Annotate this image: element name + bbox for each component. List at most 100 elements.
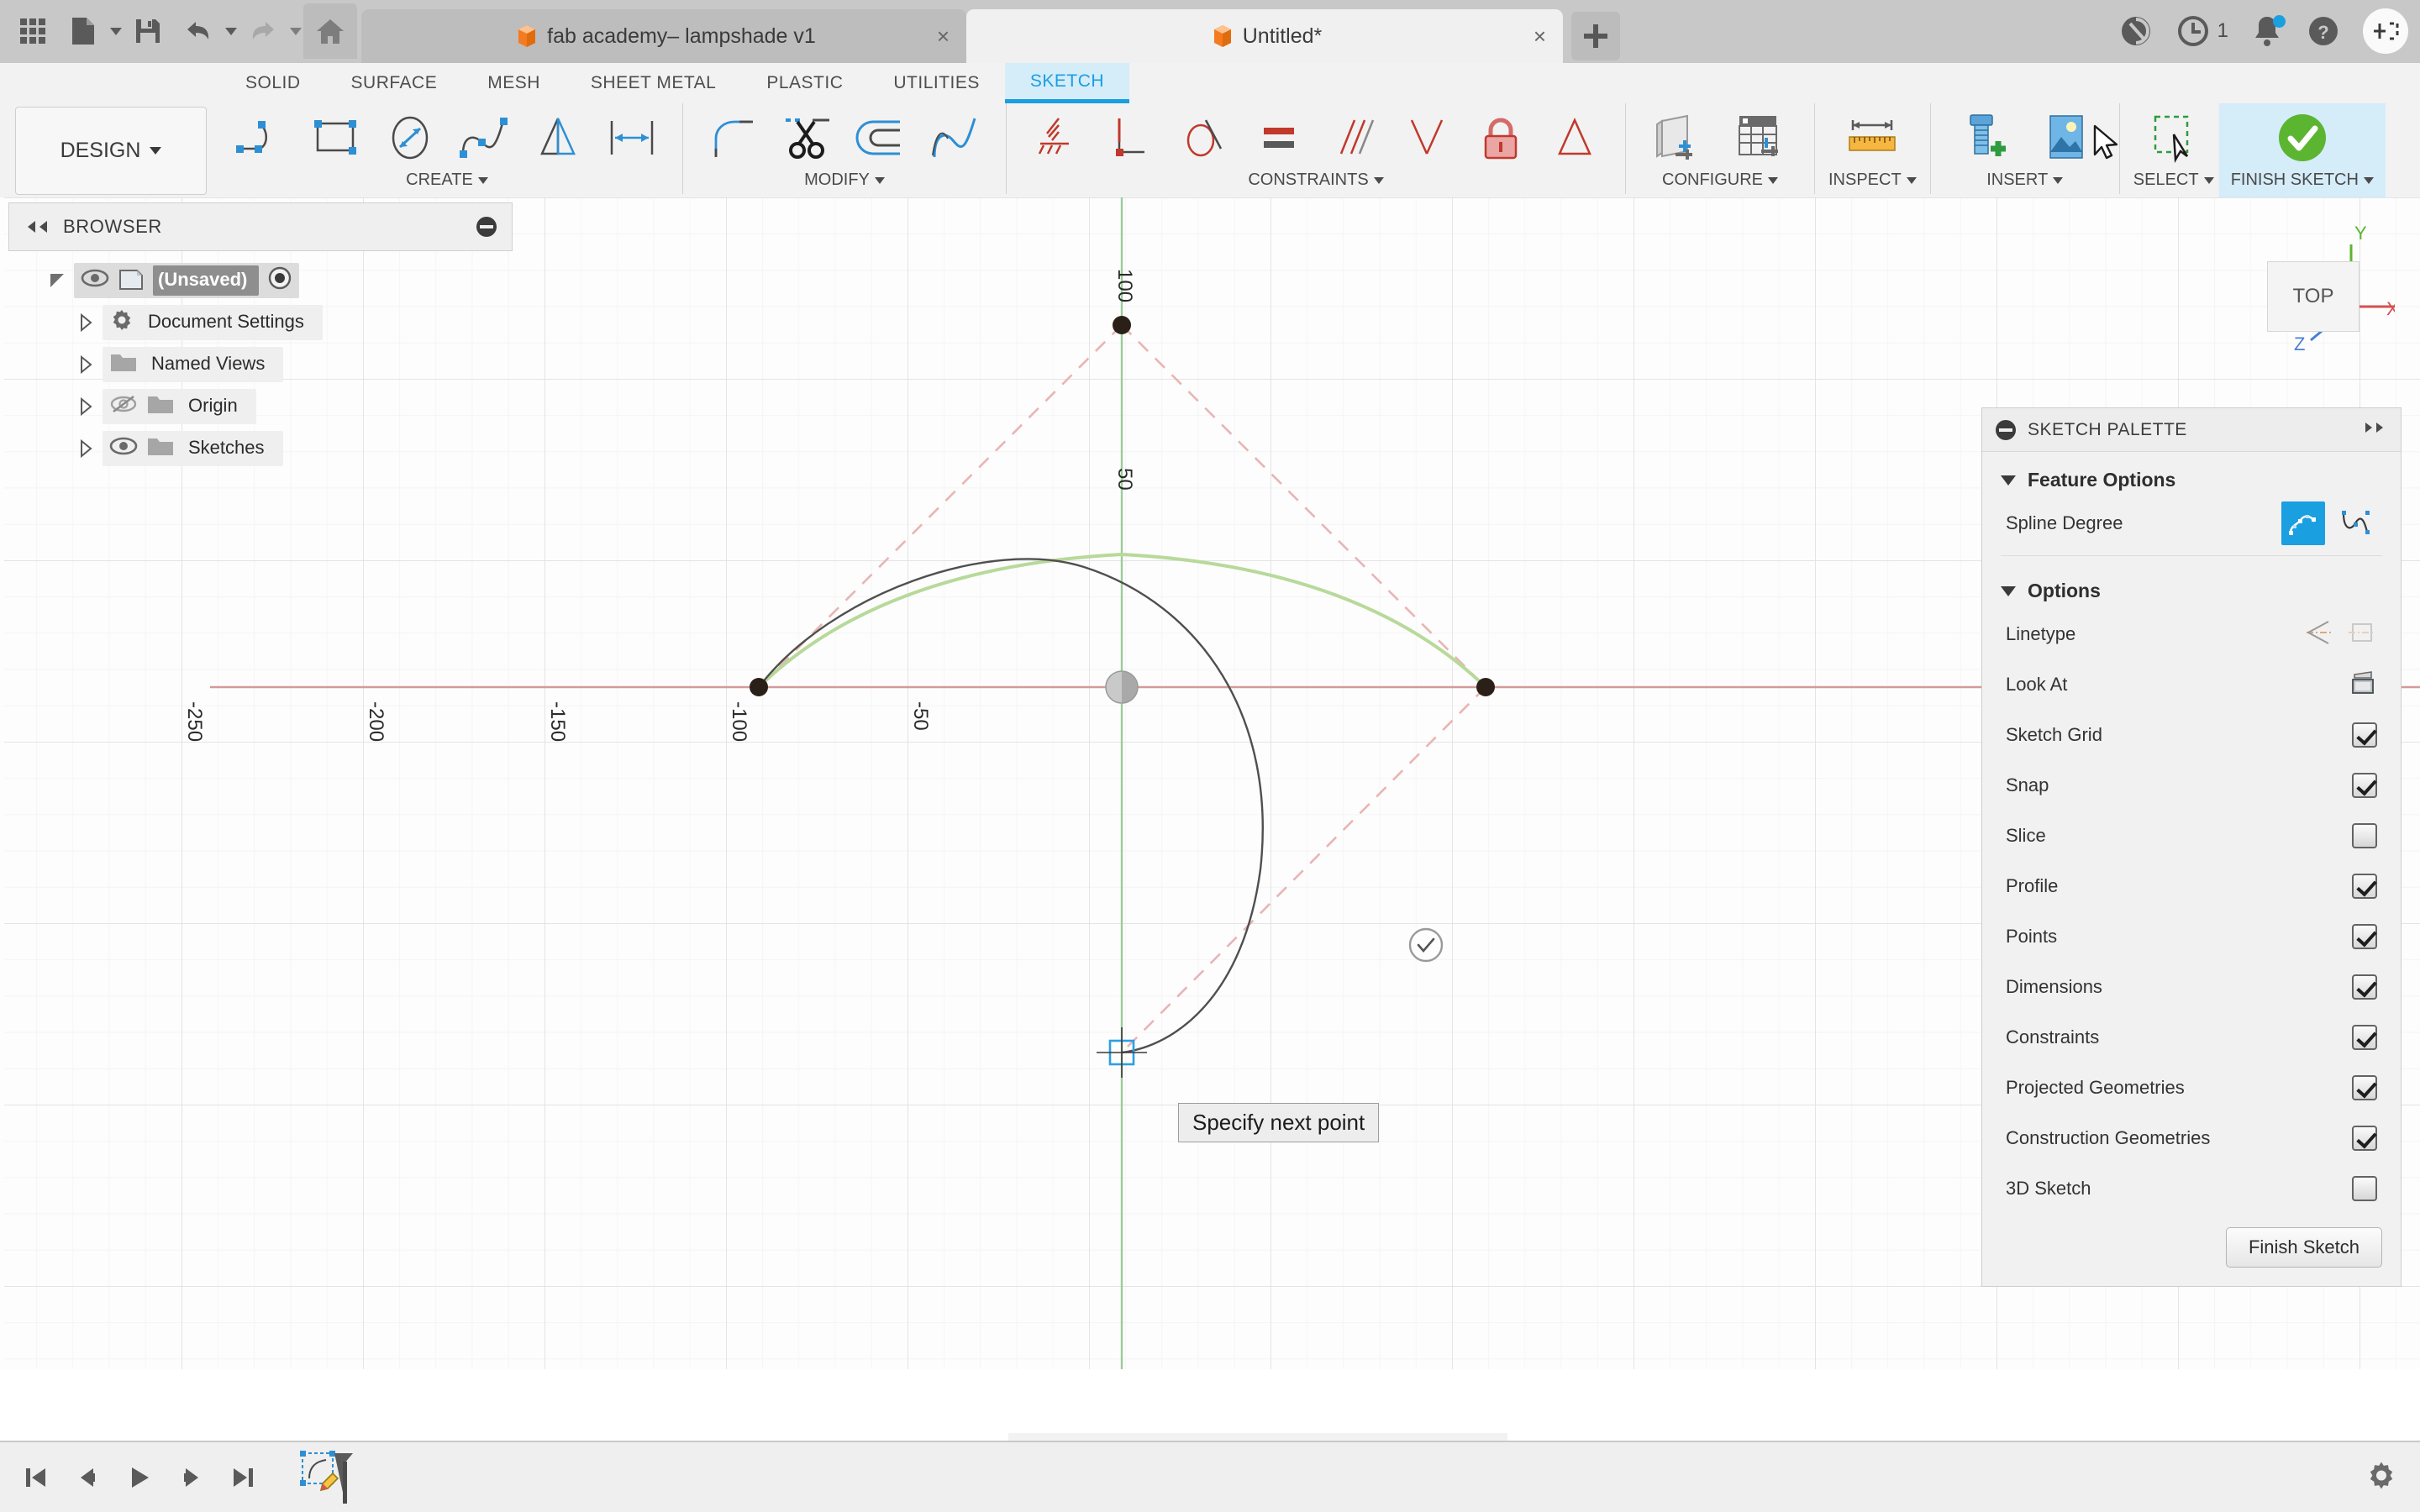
palette-row-dimensions[interactable]: Dimensions	[1982, 962, 2401, 1012]
document-tab-fab-academy[interactable]: fab academy– lampshade v1 ×	[361, 9, 966, 63]
parallel-constraint[interactable]	[1316, 103, 1390, 172]
radio-indicator-icon[interactable]	[267, 265, 292, 296]
expand-panel-icon[interactable]	[2364, 421, 2387, 438]
control-point-spline-icon[interactable]	[2281, 501, 2325, 545]
redo-dropdown-caret[interactable]	[290, 27, 302, 35]
view-cube-top-face[interactable]: TOP	[2267, 261, 2360, 332]
palette-row-points[interactable]: Points	[1982, 911, 2401, 962]
sketch-grid-checkbox[interactable]	[2352, 722, 2377, 748]
help-icon[interactable]: ?	[2306, 13, 2341, 49]
ribbon-tab-sheet-metal[interactable]: SHEET METAL	[566, 63, 741, 103]
lock-constraint[interactable]	[1464, 103, 1538, 172]
configure-model-tool[interactable]	[1639, 103, 1720, 172]
workspace-selector[interactable]: DESIGN	[15, 107, 207, 195]
centerline-icon[interactable]	[2303, 619, 2333, 650]
file-dropdown-caret[interactable]	[110, 27, 122, 35]
palette-row-sketch-grid[interactable]: Sketch Grid	[1982, 710, 2401, 760]
collapse-panel-icon[interactable]	[24, 219, 50, 234]
minimize-icon[interactable]	[476, 217, 497, 237]
section-options[interactable]: Options	[1982, 563, 2401, 609]
finish-sketch-button[interactable]: Finish Sketch	[2225, 1227, 2382, 1268]
visibility-off-icon[interactable]	[109, 394, 138, 419]
curvature-tool[interactable]	[918, 103, 992, 172]
step-back-button[interactable]	[71, 1461, 104, 1494]
home-icon[interactable]	[303, 3, 357, 59]
ribbon-group-create-label[interactable]: CREATE	[406, 171, 488, 190]
browser-node-document-settings[interactable]: Document Settings	[8, 302, 513, 344]
expand-arrow-icon[interactable]	[69, 397, 103, 416]
equal-constraint[interactable]	[1242, 103, 1316, 172]
rectangle-tool[interactable]	[299, 103, 373, 172]
expand-arrow-icon[interactable]	[40, 274, 74, 287]
concentric-constraint[interactable]	[1538, 103, 1612, 172]
ribbon-tab-solid[interactable]: SOLID	[220, 63, 326, 103]
dimension-tool[interactable]	[595, 103, 669, 172]
finish-sketch-tool[interactable]	[2262, 103, 2343, 172]
mirror-tool[interactable]	[521, 103, 595, 172]
close-icon[interactable]: ×	[1534, 25, 1546, 47]
insert-mcmaster-tool[interactable]	[1944, 103, 2025, 172]
palette-row-snap[interactable]: Snap	[1982, 760, 2401, 811]
undo-icon[interactable]	[174, 7, 223, 55]
slice-checkbox[interactable]	[2352, 823, 2377, 848]
notifications-icon[interactable]	[2250, 13, 2286, 49]
ribbon-group-select-label[interactable]: SELECT	[2133, 171, 2214, 190]
browser-node-origin[interactable]: Origin	[8, 386, 513, 428]
view-cube[interactable]: Y X Z TOP	[2227, 223, 2395, 374]
circle-tool[interactable]	[373, 103, 447, 172]
offset-tool[interactable]	[844, 103, 918, 172]
palette-row-projected-geometries[interactable]: Projected Geometries	[1982, 1063, 2401, 1113]
fix-constraint[interactable]	[1020, 103, 1094, 172]
undo-dropdown-caret[interactable]	[225, 27, 237, 35]
expand-arrow-icon[interactable]	[69, 355, 103, 374]
new-tab-button[interactable]	[1571, 12, 1620, 60]
save-icon[interactable]	[124, 7, 172, 55]
spline-tool[interactable]	[447, 103, 521, 172]
timeline-sketch-feature[interactable]	[297, 1448, 356, 1507]
palette-row-constraints[interactable]: Constraints	[1982, 1012, 2401, 1063]
palette-row-profile[interactable]: Profile	[1982, 861, 2401, 911]
dimensions-checkbox[interactable]	[2352, 974, 2377, 1000]
projected-geometries-checkbox[interactable]	[2352, 1075, 2377, 1100]
perpendicular-constraint[interactable]	[1094, 103, 1168, 172]
construction-geometries-checkbox[interactable]	[2352, 1126, 2377, 1151]
ribbon-group-insert-label[interactable]: INSERT	[1986, 171, 2064, 190]
minimize-icon[interactable]	[1996, 419, 2016, 440]
ribbon-tab-mesh[interactable]: MESH	[462, 63, 566, 103]
points-checkbox[interactable]	[2352, 924, 2377, 949]
panel-layout-icon[interactable]	[2363, 8, 2408, 54]
file-icon[interactable]	[59, 7, 108, 55]
ribbon-group-constraints-label[interactable]: CONSTRAINTS	[1248, 171, 1384, 190]
browser-node-unsaved[interactable]: (Unsaved)	[8, 260, 513, 302]
ribbon-group-modify-label[interactable]: MODIFY	[804, 171, 885, 190]
select-tool[interactable]	[2133, 103, 2214, 172]
line-tool[interactable]	[225, 103, 299, 172]
expand-arrow-icon[interactable]	[69, 313, 103, 332]
go-to-end-button[interactable]	[227, 1461, 260, 1494]
ribbon-group-inspect-label[interactable]: INSPECT	[1828, 171, 1917, 190]
visibility-icon[interactable]	[81, 269, 109, 292]
trim-tool[interactable]	[771, 103, 844, 172]
step-forward-button[interactable]	[175, 1461, 208, 1494]
palette-row-3d-sketch[interactable]: 3D Sketch	[1982, 1163, 2401, 1214]
browser-node-named-views[interactable]: Named Views	[8, 344, 513, 386]
gear-icon[interactable]	[2365, 1458, 2398, 1496]
measure-tool[interactable]	[1832, 103, 1912, 172]
recent-changes-icon[interactable]: 1	[2175, 13, 2228, 49]
close-icon[interactable]: ×	[937, 25, 950, 47]
browser-node-sketches[interactable]: Sketches	[8, 428, 513, 470]
ribbon-group-configure-label[interactable]: CONFIGURE	[1662, 171, 1778, 190]
section-feature-options[interactable]: Feature Options	[1982, 452, 2401, 498]
document-tab-untitled[interactable]: Untitled* ×	[966, 9, 1563, 63]
snap-checkbox[interactable]	[2352, 773, 2377, 798]
fillet-tool[interactable]	[697, 103, 771, 172]
3d-sketch-checkbox[interactable]	[2352, 1176, 2377, 1201]
ribbon-tab-surface[interactable]: SURFACE	[326, 63, 463, 103]
ribbon-tab-sketch[interactable]: SKETCH	[1004, 63, 1130, 103]
profile-checkbox[interactable]	[2352, 874, 2377, 899]
go-to-beginning-button[interactable]	[18, 1461, 52, 1494]
ribbon-tab-plastic[interactable]: PLASTIC	[741, 63, 868, 103]
fit-point-spline-icon[interactable]	[2333, 501, 2377, 545]
visibility-icon[interactable]	[109, 437, 138, 460]
tangent-constraint[interactable]	[1168, 103, 1242, 172]
